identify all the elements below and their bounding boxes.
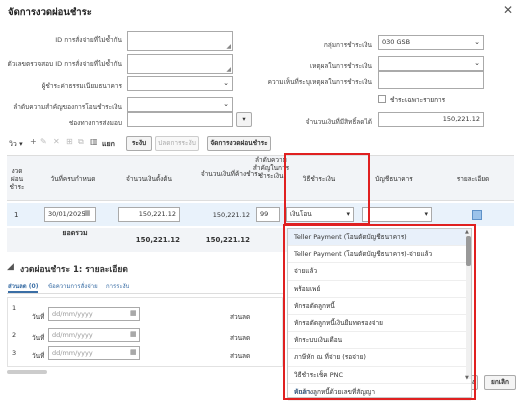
discount-label: ส่วนลด [230,334,251,342]
discount-row-number: 2 [12,331,17,339]
resize-grip-icon: ◢ [226,66,231,73]
discount-label: ส่วนลด [230,313,251,321]
manage-installments-button[interactable]: จัดการงวดผ่อนชำระ [207,136,271,151]
calendar-icon[interactable]: ▦ [130,348,137,356]
bank-fee-payer-select[interactable]: ⌄ [127,76,233,91]
hold-button[interactable]: ระงับ [126,136,152,151]
bank-fee-payer-label: ผู้ชำระค่าธรรมเนียมธนาคาร [41,82,122,90]
chevron-down-icon: ⌄ [474,38,480,46]
discount-date-label: วันที่ [32,334,45,342]
detach-icon[interactable]: ⧉ [78,137,84,147]
calendar-icon[interactable]: ▦ [130,330,137,338]
delivery-channel-field[interactable] [127,112,233,127]
close-icon[interactable]: ✕ [503,3,513,17]
payment-method-highlight [284,153,370,225]
col-installment: งวดผ่อนชำระ [9,167,25,191]
unpaid-amount-value: 150,221.12 [212,211,250,219]
total-label: ยอดรวม [62,229,88,237]
unique-id-label: ID การสั่งจ่ายที่ไม่ซ้ำกัน [55,36,122,44]
tab-holds[interactable]: การระงับ [106,281,129,291]
chevron-down-icon: ▾ [424,210,428,218]
chevron-down-icon: ▾ [242,115,246,123]
eligible-amount-label: จำนวนเงินที่มีสิทธิ์ลดได้ [305,118,372,126]
payment-reason-label: เหตุผลในการชำระเงิน [309,62,372,70]
exclusive-payment-label: ชำระเฉพาะรายการ [390,96,446,104]
discount-date-label: วันที่ [32,352,45,360]
original-amount-input[interactable]: 150,221.12 [118,207,180,222]
payment-group-select[interactable]: 030 GSB ⌄ [378,35,484,50]
delivery-channel-label: ช่องทางการส่งมอบ [68,119,122,127]
split-button[interactable]: แยก [102,139,115,150]
payment-reason-comment-label: ความเห็นที่ระบุเหตุผลในการชำระเงิน [267,78,372,86]
tab-divider [7,293,283,294]
payment-group-value: 030 GSB [382,38,411,46]
split-icon[interactable]: ▥ [90,137,98,146]
due-date-value: 30/01/2025 [48,210,86,218]
dialog-title: จัดการงวดผ่อนชำระ [8,7,92,18]
discount-date-label: วันที่ [32,313,45,321]
discount-label: ส่วนลด [230,352,251,360]
chevron-down-icon: ⌄ [474,59,480,67]
calendar-icon[interactable]: ▦ [84,209,91,217]
collapse-icon[interactable]: ◢ [7,262,14,272]
discount-date-input[interactable]: dd/mm/yyyy [48,346,140,360]
unique-id-check-field[interactable]: ◢ [127,54,233,74]
resize-grip-icon: ◢ [226,43,231,50]
view-menu[interactable]: วิว ▾ [9,139,23,150]
chevron-down-icon: ⌄ [223,100,229,108]
discount-row-number: 1 [12,304,17,312]
row-installment-number: 1 [14,211,19,219]
discount-row-number: 3 [12,349,17,357]
details-section-title: งวดผ่อนชำระ 1: รายละเอียด [20,265,128,275]
col-bank-account: บัญชีธนาคาร [375,175,413,183]
tab-payment-message[interactable]: ข้อความการสั่งจ่าย [48,281,98,291]
view-menu-label: วิว [9,140,17,148]
calendar-icon[interactable]: ▦ [130,309,137,317]
payment-reason-select[interactable]: ⌄ [378,56,484,71]
payment-group-label: กลุ่มการชำระเงิน [323,41,372,49]
transfer-priority-label: ลำดับความสำคัญของการโอนชำระเงิน [13,103,122,111]
payment-reason-comment-field[interactable] [378,71,484,89]
unique-id-check-label: ตัวเลขตรวจสอบ ID การสั่งจ่ายที่ไม่ซ้ำกัน [7,60,122,68]
col-details: รายละเอียด [456,175,490,183]
freeze-icon[interactable]: ⊞ [66,137,73,146]
bank-account-select[interactable]: ▾ [362,207,432,222]
dropdown-highlight [283,224,476,400]
col-original-amount: จำนวนเงินตั้งต้น [126,175,172,183]
delete-icon[interactable]: ✕ [53,137,60,146]
discount-date-input[interactable]: dd/mm/yyyy [48,328,140,342]
transfer-priority-select[interactable]: ⌄ [127,97,233,112]
exclusive-payment-checkbox[interactable] [378,95,386,103]
col-due-date: วันที่ครบกำหนด [50,175,96,183]
add-icon[interactable]: + [30,137,37,146]
edit-icon[interactable]: ✎ [40,137,47,146]
delivery-channel-dropdown[interactable]: ▾ [236,112,252,127]
horizontal-scrollbar[interactable] [7,370,47,374]
unique-id-field[interactable]: ◢ [127,31,233,51]
tab-discounts[interactable]: ส่วนลด (0) [8,281,39,293]
priority-input[interactable]: 99 [256,207,280,222]
total-amount: 150,221.12 [135,236,180,244]
discount-date-input[interactable]: dd/mm/yyyy [48,307,140,321]
total-unpaid: 150,221.12 [205,236,250,244]
cancel-button[interactable]: ยกเลิก [484,375,516,390]
details-icon[interactable] [472,210,482,220]
eligible-amount-field[interactable]: 150,221.12 [378,112,484,127]
release-hold-button[interactable]: ปลดการระงับ [155,136,199,151]
chevron-down-icon: ⌄ [223,79,229,87]
